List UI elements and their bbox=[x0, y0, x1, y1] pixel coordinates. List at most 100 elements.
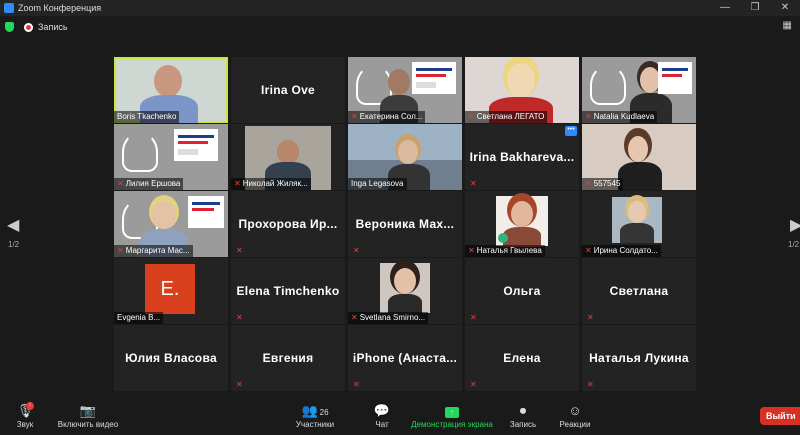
record-label: Запись bbox=[509, 420, 537, 429]
participant-name: Evgenia B... bbox=[114, 312, 164, 324]
video-tile-t21[interactable]: Юлия Власова bbox=[114, 325, 228, 391]
participant-name: 557545 bbox=[593, 179, 621, 188]
restore-icon[interactable]: ❐ bbox=[740, 0, 770, 16]
muted-mic-icon: ✕ bbox=[585, 246, 592, 255]
audio-button[interactable]: 🎙! Звук bbox=[12, 402, 38, 429]
participants-label: Участники bbox=[295, 420, 335, 429]
record-icon: ⏺ bbox=[519, 403, 527, 418]
participant-name: Ольга bbox=[503, 284, 541, 298]
video-tile-t7[interactable]: ✕ Николай Жиляк... bbox=[231, 124, 345, 190]
video-tile-t5[interactable]: ✕ Natalia Kudlaeva bbox=[582, 57, 696, 123]
video-tile-t12[interactable]: Прохорова Ир... ✕ bbox=[231, 191, 345, 257]
participant-name: Inga Legasova bbox=[348, 178, 407, 190]
gallery-view-icon[interactable]: ▦ bbox=[783, 20, 792, 31]
record-button[interactable]: ⏺ Запись bbox=[508, 402, 538, 429]
video-tile-t11[interactable]: ✕ Маргарита Мас... bbox=[114, 191, 228, 257]
muted-mic-icon: ✕ bbox=[585, 179, 592, 188]
recording-icon bbox=[24, 22, 33, 32]
muted-mic-icon: ✕ bbox=[351, 313, 358, 322]
page-indicator-right: 1/2 bbox=[788, 240, 800, 249]
participant-name: Irina Ove bbox=[260, 83, 316, 97]
video-tile-t16[interactable]: E. Evgenia B... bbox=[114, 258, 228, 324]
video-tile-t14[interactable]: ✕ Наталья Гвылева bbox=[465, 191, 579, 257]
status-bar: Запись ▦ bbox=[0, 16, 800, 38]
video-tile-t1[interactable]: Boris Tkachenko bbox=[114, 57, 228, 123]
participant-name: Наталья Гвылева bbox=[476, 246, 542, 255]
video-tile-t8[interactable]: Inga Legasova bbox=[348, 124, 462, 190]
window-controls: — ❐ ✕ bbox=[710, 0, 800, 16]
chat-button[interactable]: 💬 Чат bbox=[370, 402, 394, 429]
video-tile-t17[interactable]: Elena Timchenko ✕ bbox=[231, 258, 345, 324]
video-tile-t9[interactable]: Irina Bakhareva... ••• ✕ bbox=[465, 124, 579, 190]
muted-mic-icon: ✕ bbox=[468, 112, 475, 121]
participant-name: Юлия Власова bbox=[125, 351, 217, 365]
video-off-icon: 📷 bbox=[79, 403, 97, 418]
muted-mic-icon: ✕ bbox=[351, 112, 358, 121]
muted-mic-icon: ✕ bbox=[236, 246, 243, 255]
shield-icon[interactable] bbox=[5, 22, 14, 32]
status-indicator bbox=[498, 233, 508, 243]
muted-mic-icon: ✕ bbox=[236, 313, 243, 322]
video-tile-t3[interactable]: ✕ Екатерина Сол... bbox=[348, 57, 462, 123]
participant-name: Elena Timchenko bbox=[236, 284, 340, 298]
zoom-app-icon bbox=[4, 3, 14, 13]
minimize-icon[interactable]: — bbox=[710, 0, 740, 16]
meeting-toolbar bbox=[0, 398, 800, 435]
participants-count: 26 bbox=[319, 408, 329, 417]
participant-name: iPhone (Анаста... bbox=[352, 351, 458, 365]
muted-mic-icon: ✕ bbox=[470, 313, 477, 322]
muted-mic-icon: ✕ bbox=[236, 380, 243, 389]
video-tile-t20[interactable]: Светлана ✕ bbox=[582, 258, 696, 324]
participants-icon: 👥 bbox=[301, 403, 318, 418]
video-tile-t18[interactable]: ✕ Svetlana Smirno... bbox=[348, 258, 462, 324]
participant-name: Лилия Ершова bbox=[125, 179, 181, 188]
participant-name: Светлана bbox=[609, 284, 669, 298]
video-tile-t2[interactable]: Irina Ove bbox=[231, 57, 345, 123]
video-tile-t15[interactable]: ✕ Ирина Солдато... bbox=[582, 191, 696, 257]
participants-button[interactable]: 👥 26 Участники bbox=[294, 402, 336, 429]
video-tile-t22[interactable]: Евгения ✕ bbox=[231, 325, 345, 391]
muted-mic-icon: ✕ bbox=[585, 112, 592, 121]
reactions-label: Реакции bbox=[559, 420, 591, 429]
close-icon[interactable]: ✕ bbox=[770, 0, 800, 16]
share-screen-icon: ↑ bbox=[445, 407, 459, 418]
participant-name: Ирина Солдато... bbox=[593, 246, 658, 255]
video-tile-t6[interactable]: ✕ Лилия Ершова bbox=[114, 124, 228, 190]
share-screen-button[interactable]: ↑ Демонстрация экрана bbox=[410, 402, 494, 429]
participant-name: Светлана ЛЕГАТО bbox=[476, 112, 545, 121]
participant-name: Svetlana Smirno... bbox=[359, 313, 426, 322]
muted-mic-icon: ✕ bbox=[470, 380, 477, 389]
muted-mic-icon: ✕ bbox=[587, 313, 594, 322]
plant-logo-icon bbox=[590, 65, 626, 105]
participant-name: Екатерина Сол... bbox=[359, 112, 423, 121]
participant-name: Прохорова Ир... bbox=[238, 217, 338, 231]
participant-name: Вероника Мах... bbox=[355, 217, 455, 231]
muted-mic-icon: ✕ bbox=[117, 179, 124, 188]
recording-label: Запись bbox=[38, 22, 68, 32]
leave-button[interactable]: Выйти bbox=[760, 407, 800, 425]
prev-page-icon[interactable]: ◀ bbox=[7, 215, 19, 235]
organization-logo bbox=[412, 62, 456, 94]
participant-name: Natalia Kudlaeva bbox=[593, 112, 655, 121]
more-options-icon[interactable]: ••• bbox=[565, 126, 577, 136]
start-video-button[interactable]: 📷 Включить видео bbox=[56, 402, 120, 429]
next-page-icon[interactable]: ▶ bbox=[790, 215, 800, 235]
video-label: Включить видео bbox=[57, 420, 119, 429]
muted-mic-icon: ✕ bbox=[470, 179, 477, 188]
chat-icon: 💬 bbox=[373, 403, 391, 418]
organization-logo bbox=[174, 129, 218, 161]
video-tile-t4[interactable]: ✕ Светлана ЛЕГАТО bbox=[465, 57, 579, 123]
participant-name: Irina Bakhareva... bbox=[469, 150, 575, 164]
video-tile-t10[interactable]: ✕ 557545 bbox=[582, 124, 696, 190]
video-tile-t23[interactable]: iPhone (Анаста... ✕ bbox=[348, 325, 462, 391]
participant-name: Елена bbox=[503, 351, 541, 365]
participant-name: Наталья Лукина bbox=[589, 351, 689, 365]
video-tile-t13[interactable]: Вероника Мах... ✕ bbox=[348, 191, 462, 257]
reactions-button[interactable]: ☺ Реакции bbox=[558, 402, 592, 429]
muted-mic-icon: ✕ bbox=[353, 246, 360, 255]
audio-label: Звук bbox=[16, 420, 34, 429]
video-tile-t25[interactable]: Наталья Лукина ✕ bbox=[582, 325, 696, 391]
video-tile-t19[interactable]: Ольга ✕ bbox=[465, 258, 579, 324]
participant-name: Boris Tkachenko bbox=[114, 111, 180, 123]
video-tile-t24[interactable]: Елена ✕ bbox=[465, 325, 579, 391]
